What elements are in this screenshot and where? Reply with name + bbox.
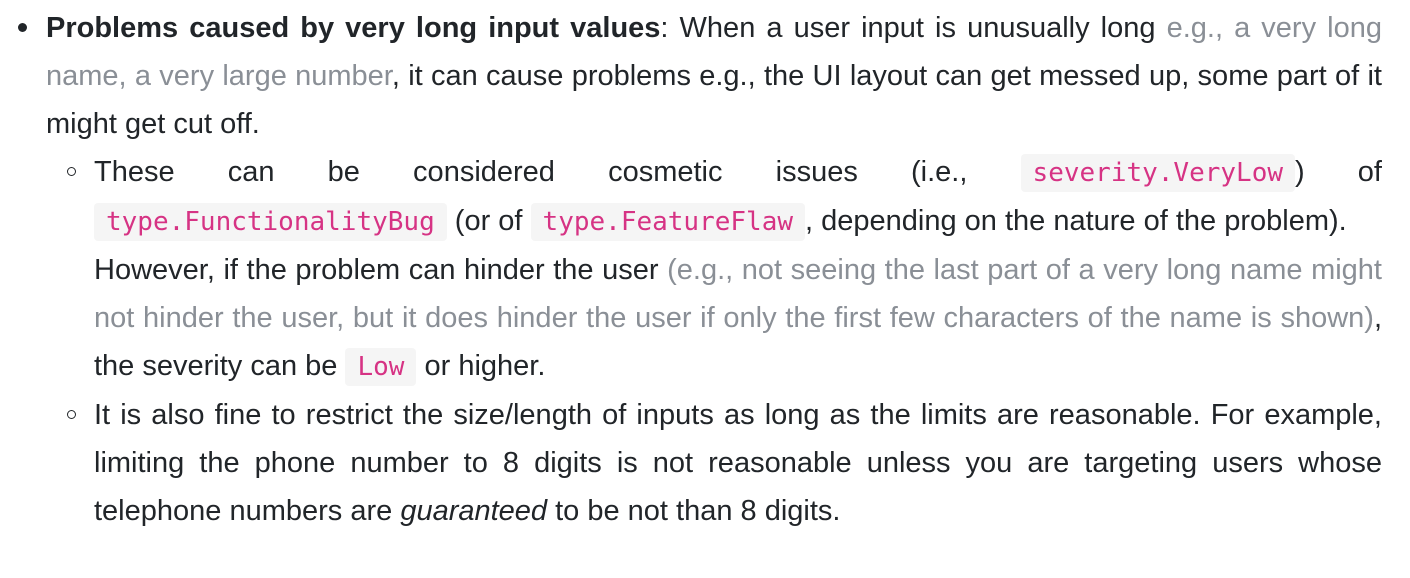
sub-item-text: (or of <box>446 205 531 237</box>
sub-bullet-list: These can be considered cosmetic issues … <box>46 148 1382 535</box>
code-severity-verylow: severity.VeryLow <box>1020 154 1295 192</box>
sub-item-text: to be not than 8 digits. <box>547 495 841 527</box>
sub-item-text: ) of <box>1295 156 1382 188</box>
document: Problems caused by very long input value… <box>0 0 1410 578</box>
sub-item-restrict-inputs: It is also fine to restrict the size/len… <box>67 391 1382 535</box>
paragraph-text: or higher. <box>416 350 546 382</box>
code-type-featureflaw: type.FeatureFlaw <box>530 203 805 241</box>
bullet-list: Problems caused by very long input value… <box>18 4 1382 535</box>
code-type-functionalitybug: type.FunctionalityBug <box>94 203 447 241</box>
sub-item-paragraph-2: However, if the problem can hinder the u… <box>94 246 1382 391</box>
paragraph-text: However, if the problem can hinder the u… <box>94 254 668 286</box>
emphasis-text: guaranteed <box>400 495 548 527</box>
bullet-circle-icon <box>67 167 76 176</box>
item-text: When a user input is unusually long <box>668 12 1167 44</box>
sub-item-cosmetic: These can be considered cosmetic issues … <box>67 148 1382 391</box>
bullet-circle-icon <box>67 410 76 419</box>
bullet-disc-icon <box>18 23 27 32</box>
code-low: Low <box>345 348 417 386</box>
sub-item-text: , depending on the nature of the problem… <box>805 205 1347 237</box>
sub-item-text: These can be considered cosmetic issues … <box>94 156 1021 188</box>
item-heading: Problems caused by very long input value… <box>46 12 661 44</box>
list-item-long-inputs: Problems caused by very long input value… <box>18 4 1382 535</box>
